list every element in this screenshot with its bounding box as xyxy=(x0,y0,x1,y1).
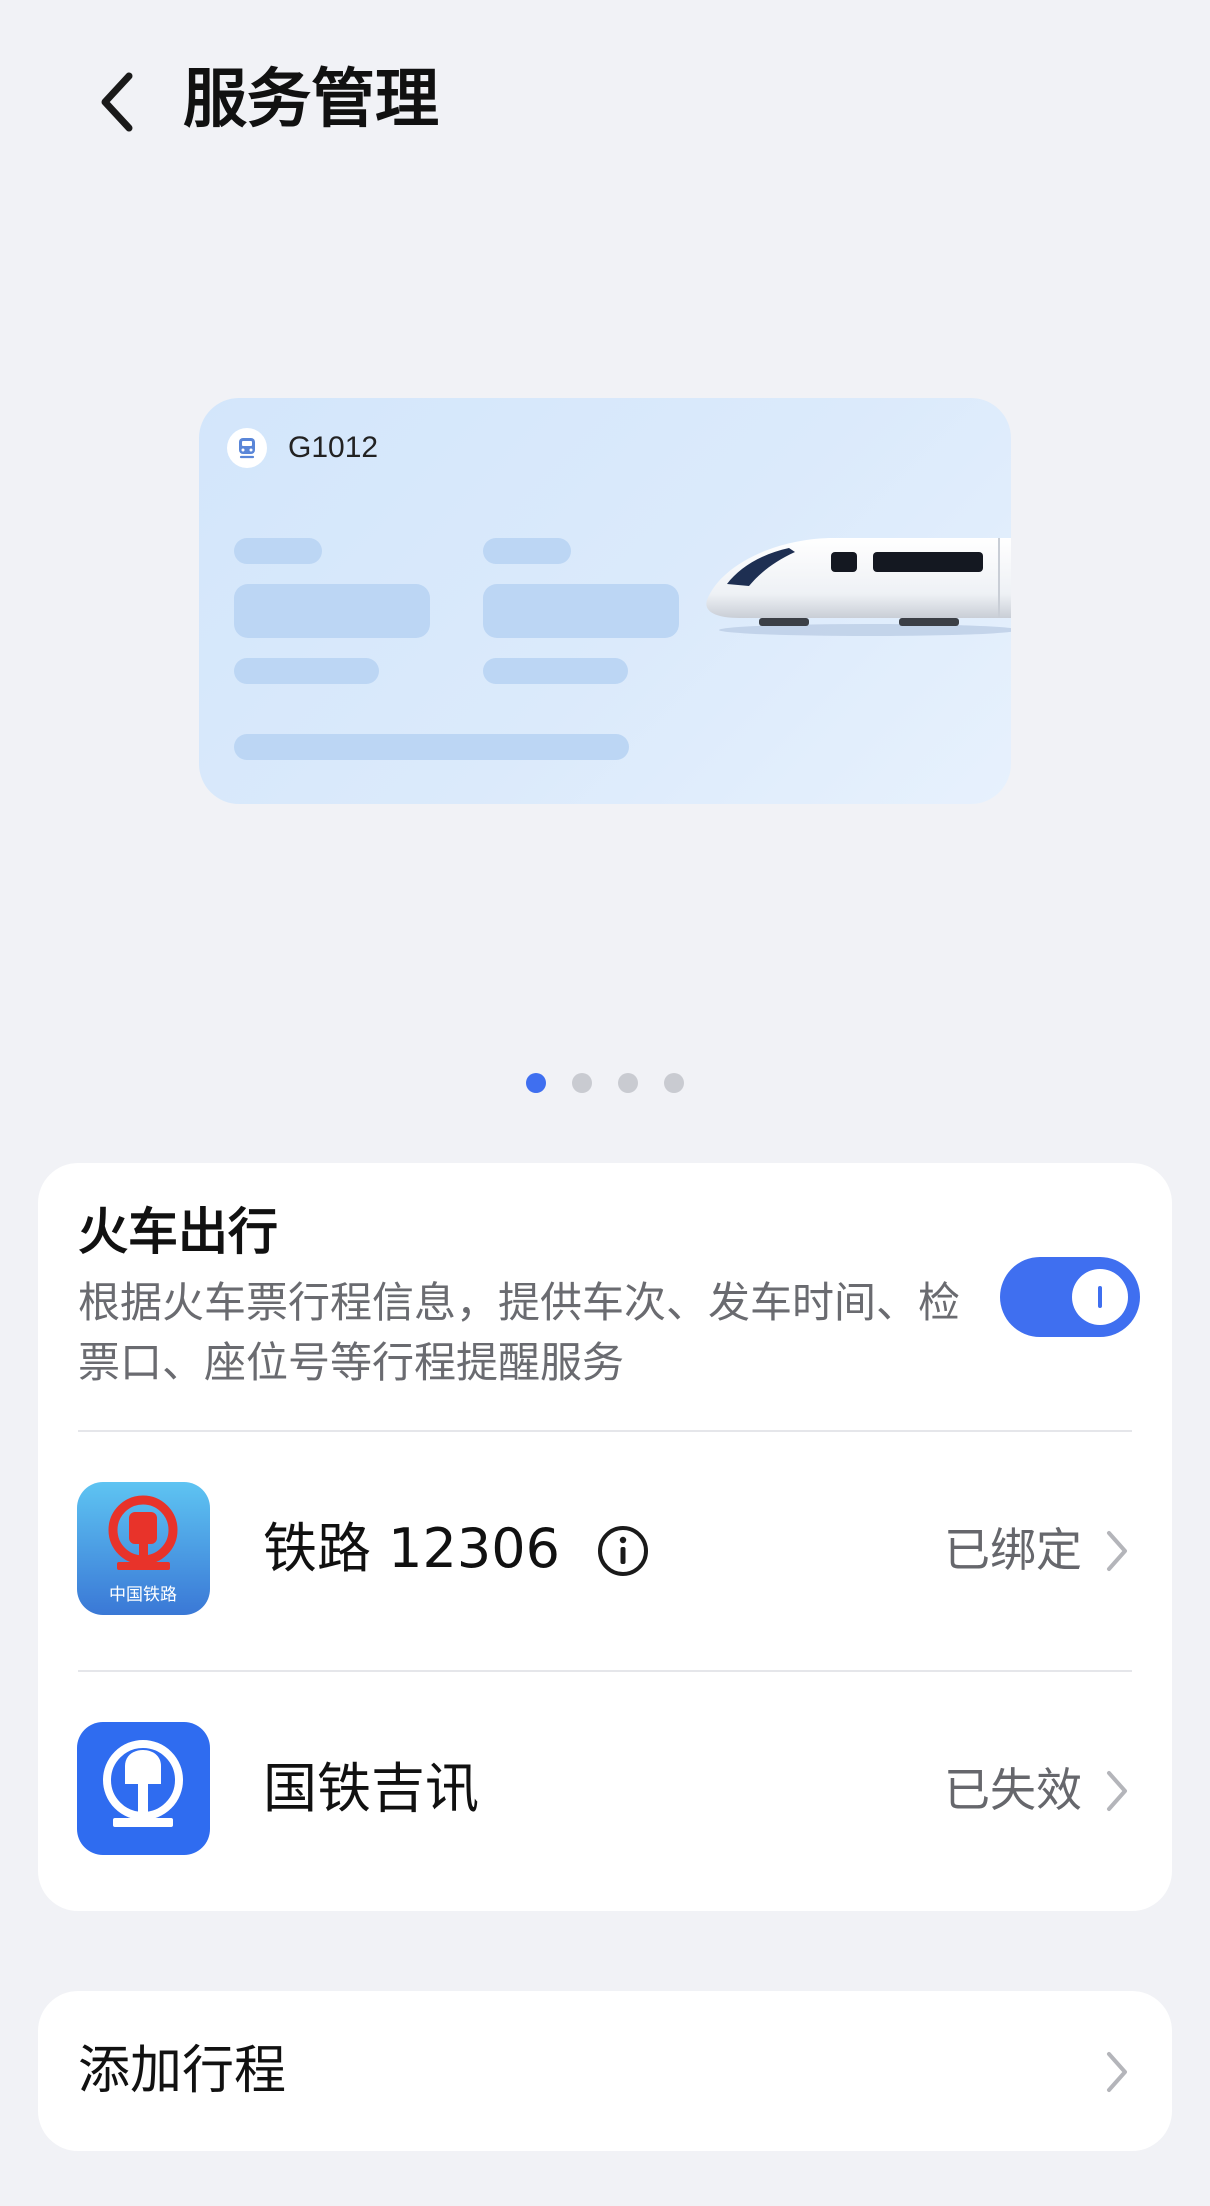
binding-status: 已绑定 xyxy=(944,1523,1082,1577)
service-description: 根据火车票行程信息，提供车次、发车时间、检票口、座位号等行程提醒服务 xyxy=(78,1278,961,1387)
service-toggle[interactable] xyxy=(1000,1257,1140,1337)
railway-12306-logo: 中国铁路 xyxy=(77,1482,210,1615)
train-ticket-illustration: G1012 xyxy=(199,398,1011,804)
train-number: G1012 xyxy=(288,431,379,464)
placeholder-bar xyxy=(234,584,430,638)
add-trip-label: 添加行程 xyxy=(78,2041,287,2101)
service-management-page: 服务管理 G1012 火车出行 根据火车票行程信息，提供车次、发车时间、检票口、… xyxy=(0,0,1210,2206)
info-icon[interactable] xyxy=(596,1524,650,1578)
app-name: 铁路 12306 xyxy=(263,1517,560,1580)
add-trip-row[interactable]: 添加行程 xyxy=(38,1991,1172,2151)
back-button[interactable] xyxy=(82,62,152,142)
pager-dot[interactable] xyxy=(572,1073,592,1093)
placeholder-bar xyxy=(234,658,379,684)
chevron-right-icon xyxy=(1107,1531,1127,1571)
pager-dot[interactable] xyxy=(664,1073,684,1093)
header: 服务管理 xyxy=(0,0,1210,200)
chevron-right-icon xyxy=(1107,2052,1127,2092)
placeholder-bar xyxy=(234,734,629,760)
pager-dot[interactable] xyxy=(618,1073,638,1093)
chevron-right-icon xyxy=(1107,1771,1127,1811)
app-row-12306[interactable]: 中国铁路 铁路 12306 已绑定 xyxy=(38,1432,1172,1670)
binding-status: 已失效 xyxy=(944,1763,1082,1817)
pager-dot-active[interactable] xyxy=(526,1073,546,1093)
high-speed-train-illustration xyxy=(706,538,1011,636)
chevron-left-icon xyxy=(101,72,133,132)
placeholder-bar xyxy=(234,538,322,564)
placeholder-bar xyxy=(483,658,628,684)
app-name: 国铁吉讯 xyxy=(263,1757,479,1820)
placeholder-bar xyxy=(483,538,571,564)
carousel-pager xyxy=(0,1073,1210,1093)
toggle-knob xyxy=(1072,1269,1128,1325)
train-icon xyxy=(227,428,267,468)
page-title: 服务管理 xyxy=(183,63,439,137)
guotie-jixun-logo xyxy=(77,1722,210,1855)
service-title: 火车出行 xyxy=(78,1203,278,1261)
logo-caption: 中国铁路 xyxy=(109,1585,177,1605)
train-service-card: 火车出行 根据火车票行程信息，提供车次、发车时间、检票口、座位号等行程提醒服务 xyxy=(38,1163,1172,1911)
app-row-guotie-jixun[interactable]: 国铁吉讯 已失效 xyxy=(38,1672,1172,1910)
placeholder-bar xyxy=(483,584,679,638)
